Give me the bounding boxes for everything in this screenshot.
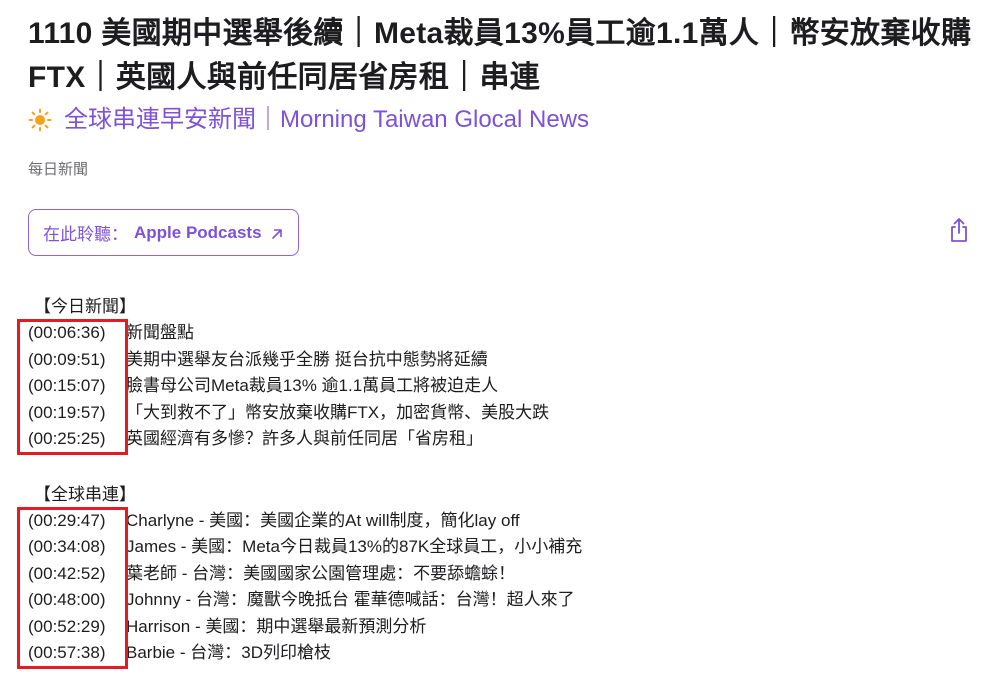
episode-header: 1110 美國期中選舉後續｜Meta裁員13%員工逾1.1萬人｜幣安放棄收購FT… — [28, 12, 978, 257]
list-item: (00:25:25) 英國經濟有多慘？許多人與前任同居「省房租」 — [28, 426, 968, 453]
list-item: (00:06:36) 新聞盤點 — [28, 320, 968, 347]
item-text: 葉老師 - 台灣：美國國家公園管理處：不要舔蟾蜍！ — [126, 563, 516, 583]
listen-service: Apple Podcasts — [134, 222, 262, 242]
section-items: (00:06:36) 新聞盤點 (00:09:51) 美期中選舉友台派幾乎全勝 挺台… — [17, 319, 968, 455]
list-item: (00:15:07) 臉書母公司Meta裁員13% 逾1.1萬員工將被迫走人 — [28, 373, 968, 400]
item-text: 新聞盤點 — [126, 323, 194, 342]
list-item: (00:34:08) James - 美國：Meta今日裁員13%的87K全球員工… — [28, 534, 968, 561]
list-item: (00:48:00) Johnny - 台灣：魔獸今晚抵台 霍華德喊話：台灣！超人… — [28, 587, 968, 614]
episode-title: 1110 美國期中選舉後續｜Meta裁員13%員工逾1.1萬人｜幣安放棄收購FT… — [28, 17, 972, 94]
item-text: 英國經濟有多慘？許多人與前任同居「省房租」 — [126, 429, 483, 448]
item-text: 「大到救不了」幣安放棄收購FTX，加密貨幣、美股大跌 — [126, 402, 550, 422]
item-text: Harrison - 美國：期中選舉最新預測分析 — [126, 616, 427, 636]
section-items: (00:29:47) Charlyne - 美國：美國企業的At will制度，簡… — [17, 506, 968, 669]
share-icon[interactable] — [948, 217, 970, 243]
show-link[interactable]: 全球串連早安新聞｜Morning Taiwan Glocal News — [28, 104, 978, 136]
arrow-up-right-icon — [270, 226, 284, 240]
category-label[interactable]: 每日新聞 — [28, 158, 978, 179]
item-text: 美期中選舉友台派幾乎全勝 挺台抗中態勢將延續 — [126, 349, 488, 369]
list-item: (00:57:38) Barbie - 台灣：3D列印槍枝 — [28, 640, 968, 667]
item-text: Charlyne - 美國：美國企業的At will制度，簡化lay off — [126, 510, 520, 530]
apple-podcasts-button[interactable]: 在此聆聽： Apple Podcasts — [28, 209, 299, 256]
list-item: (00:09:51) 美期中選舉友台派幾乎全勝 挺台抗中態勢將延續 — [28, 347, 968, 374]
item-text: Barbie - 台灣：3D列印槍枝 — [126, 643, 331, 662]
section-heading: 【全球串連】 — [34, 484, 136, 504]
list-item: (00:29:47) Charlyne - 美國：美國企業的At will制度，簡… — [28, 508, 968, 535]
listen-row: 在此聆聽： Apple Podcasts — [28, 209, 978, 257]
section-heading: 【今日新聞】 — [34, 297, 136, 316]
list-item: (00:19:57) 「大到救不了」幣安放棄收購FTX，加密貨幣、美股大跌 — [28, 400, 968, 427]
timestamp-highlight-box — [17, 506, 128, 669]
show-name[interactable]: 全球串連早安新聞｜Morning Taiwan Glocal News — [64, 104, 589, 136]
timestamp-highlight-box — [17, 319, 128, 455]
list-item: (00:42:52) 葉老師 - 台灣：美國國家公園管理處：不要舔蟾蜍！ — [28, 561, 968, 588]
item-text: 臉書母公司Meta裁員13% 逾1.1萬員工將被迫走人 — [126, 376, 499, 395]
item-text: James - 美國：Meta今日裁員13%的87K全球員工，小小補充 — [126, 537, 583, 556]
item-text: Johnny - 台灣：魔獸今晚抵台 霍華德喊話：台灣！超人來了 — [126, 590, 575, 609]
episode-notes: 【今日新聞】 (00:06:36) 新聞盤點 (00:09:51) 美期中選舉友台派… — [17, 294, 968, 669]
list-item: (00:52:29) Harrison - 美國：期中選舉最新預測分析 — [28, 614, 968, 641]
listen-prefix: 在此聆聽： — [43, 225, 128, 244]
sun-icon — [28, 108, 52, 132]
